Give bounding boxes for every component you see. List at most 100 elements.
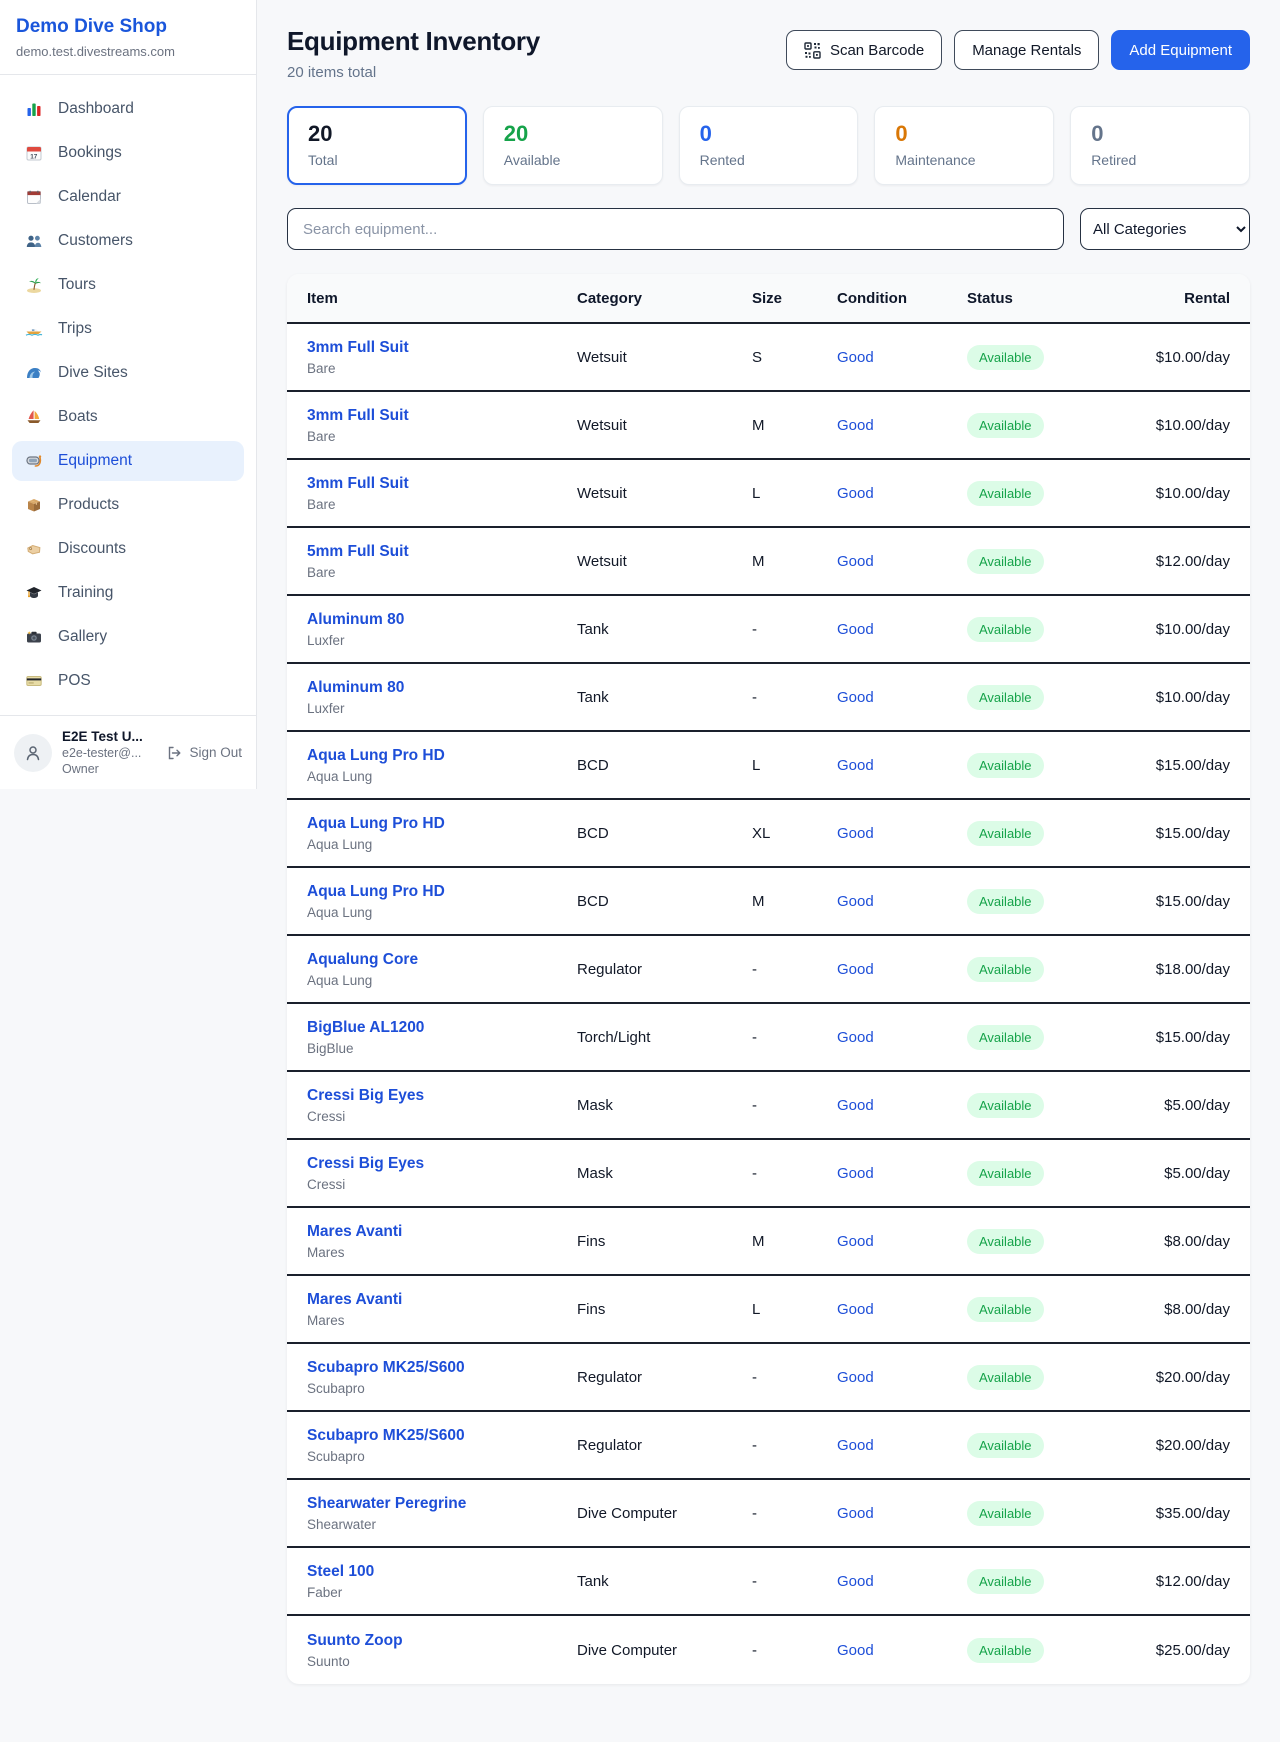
item-size: - bbox=[752, 1437, 837, 1454]
item-size: M bbox=[752, 893, 837, 910]
rental-price: $12.00/day bbox=[1132, 1573, 1230, 1590]
item-name-link[interactable]: Steel 100 bbox=[307, 1563, 577, 1581]
condition-link[interactable]: Good bbox=[837, 825, 874, 842]
condition-link[interactable]: Good bbox=[837, 1369, 874, 1386]
sidebar-item-discounts[interactable]: Discounts bbox=[12, 529, 244, 569]
stat-card-available[interactable]: 20 Available bbox=[483, 106, 663, 185]
rental-price: $18.00/day bbox=[1132, 961, 1230, 978]
rental-price: $15.00/day bbox=[1132, 1029, 1230, 1046]
tag-icon bbox=[24, 540, 44, 558]
stat-rented-value: 0 bbox=[700, 121, 838, 147]
condition-link[interactable]: Good bbox=[837, 1165, 874, 1182]
table-row: 3mm Full Suit Bare Wetsuit L Good Availa… bbox=[287, 460, 1250, 528]
item-size: - bbox=[752, 1642, 837, 1659]
item-name-link[interactable]: Mares Avanti bbox=[307, 1291, 577, 1309]
rental-price: $15.00/day bbox=[1132, 825, 1230, 842]
palm-island-icon bbox=[24, 276, 44, 294]
manage-rentals-button[interactable]: Manage Rentals bbox=[954, 30, 1099, 70]
item-name-link[interactable]: Scubapro MK25/S600 bbox=[307, 1427, 577, 1445]
sidebar-item-boats[interactable]: Boats bbox=[12, 397, 244, 437]
equipment-table: Item Category Size Condition Status Rent… bbox=[287, 274, 1250, 1684]
sidebar-item-tours[interactable]: Tours bbox=[12, 265, 244, 305]
condition-link[interactable]: Good bbox=[837, 1097, 874, 1114]
item-name-link[interactable]: Aqualung Core bbox=[307, 951, 577, 969]
item-name-link[interactable]: Cressi Big Eyes bbox=[307, 1087, 577, 1105]
condition-link[interactable]: Good bbox=[837, 757, 874, 774]
condition-link[interactable]: Good bbox=[837, 553, 874, 570]
stat-card-total[interactable]: 20 Total bbox=[287, 106, 467, 185]
table-row: Aluminum 80 Luxfer Tank - Good Available… bbox=[287, 664, 1250, 732]
add-equipment-button[interactable]: Add Equipment bbox=[1111, 30, 1250, 70]
brand-name[interactable]: Demo Dive Shop bbox=[16, 16, 240, 38]
stat-card-retired[interactable]: 0 Retired bbox=[1070, 106, 1250, 185]
sidebar-item-gallery[interactable]: Gallery bbox=[12, 617, 244, 657]
item-name-link[interactable]: Scubapro MK25/S600 bbox=[307, 1359, 577, 1377]
status-badge: Available bbox=[967, 1025, 1044, 1050]
item-name-link[interactable]: Cressi Big Eyes bbox=[307, 1155, 577, 1173]
item-cell: Suunto Zoop Suunto bbox=[307, 1632, 577, 1669]
item-name-link[interactable]: BigBlue AL1200 bbox=[307, 1019, 577, 1037]
rental-price: $8.00/day bbox=[1132, 1233, 1230, 1250]
sidebar-item-training[interactable]: Training bbox=[12, 573, 244, 613]
table-row: 3mm Full Suit Bare Wetsuit S Good Availa… bbox=[287, 324, 1250, 392]
condition-link[interactable]: Good bbox=[837, 1505, 874, 1522]
item-name-link[interactable]: Shearwater Peregrine bbox=[307, 1495, 577, 1513]
item-name-link[interactable]: 5mm Full Suit bbox=[307, 543, 577, 561]
stat-maintenance-value: 0 bbox=[895, 121, 1033, 147]
condition-link[interactable]: Good bbox=[837, 1301, 874, 1318]
item-size: L bbox=[752, 485, 837, 502]
condition-link[interactable]: Good bbox=[837, 1642, 874, 1659]
item-name-link[interactable]: Aqua Lung Pro HD bbox=[307, 883, 577, 901]
category-select[interactable]: All Categories bbox=[1080, 208, 1250, 250]
item-name-link[interactable]: Mares Avanti bbox=[307, 1223, 577, 1241]
item-name-link[interactable]: Aluminum 80 bbox=[307, 611, 577, 629]
item-name-link[interactable]: Suunto Zoop bbox=[307, 1632, 577, 1650]
item-size: - bbox=[752, 1369, 837, 1386]
condition-link[interactable]: Good bbox=[837, 689, 874, 706]
item-brand: Aqua Lung bbox=[307, 769, 577, 784]
stat-card-rented[interactable]: 0 Rented bbox=[679, 106, 859, 185]
condition-link[interactable]: Good bbox=[837, 1573, 874, 1590]
sign-out-button[interactable]: Sign Out bbox=[166, 745, 242, 761]
sidebar-item-trips[interactable]: Trips bbox=[12, 309, 244, 349]
condition-link[interactable]: Good bbox=[837, 1437, 874, 1454]
table-header-row: Item Category Size Condition Status Rent… bbox=[287, 274, 1250, 324]
condition-link[interactable]: Good bbox=[837, 621, 874, 638]
sidebar-item-equipment[interactable]: Equipment bbox=[12, 441, 244, 481]
item-name-link[interactable]: Aluminum 80 bbox=[307, 679, 577, 697]
scan-barcode-button[interactable]: Scan Barcode bbox=[786, 30, 942, 70]
item-category: Wetsuit bbox=[577, 417, 752, 434]
sidebar-item-dive-sites[interactable]: Dive Sites bbox=[12, 353, 244, 393]
item-name-link[interactable]: 3mm Full Suit bbox=[307, 339, 577, 357]
sidebar-item-products[interactable]: Products bbox=[12, 485, 244, 525]
status-badge: Available bbox=[967, 889, 1044, 914]
search-input[interactable] bbox=[287, 208, 1064, 250]
condition-link[interactable]: Good bbox=[837, 417, 874, 434]
condition-link[interactable]: Good bbox=[837, 1233, 874, 1250]
stat-card-maintenance[interactable]: 0 Maintenance bbox=[874, 106, 1054, 185]
item-name-link[interactable]: 3mm Full Suit bbox=[307, 407, 577, 425]
condition-link[interactable]: Good bbox=[837, 893, 874, 910]
item-size: - bbox=[752, 1165, 837, 1182]
sidebar-item-calendar[interactable]: Calendar bbox=[12, 177, 244, 217]
condition-link[interactable]: Good bbox=[837, 349, 874, 366]
page-title: Equipment Inventory bbox=[287, 26, 540, 57]
rental-price: $15.00/day bbox=[1132, 893, 1230, 910]
column-header-size: Size bbox=[752, 290, 837, 307]
status-badge: Available bbox=[967, 549, 1044, 574]
condition-link[interactable]: Good bbox=[837, 1029, 874, 1046]
item-name-link[interactable]: Aqua Lung Pro HD bbox=[307, 747, 577, 765]
item-name-link[interactable]: Aqua Lung Pro HD bbox=[307, 815, 577, 833]
condition-link[interactable]: Good bbox=[837, 485, 874, 502]
people-icon bbox=[24, 232, 44, 250]
sidebar-item-label: Bookings bbox=[58, 144, 122, 162]
item-cell: Aqua Lung Pro HD Aqua Lung bbox=[307, 883, 577, 920]
sidebar-item-customers[interactable]: Customers bbox=[12, 221, 244, 261]
sidebar-item-dashboard[interactable]: Dashboard bbox=[12, 89, 244, 129]
item-category: BCD bbox=[577, 893, 752, 910]
sidebar-item-bookings[interactable]: 17 Bookings bbox=[12, 133, 244, 173]
sidebar-item-pos[interactable]: POS bbox=[12, 661, 244, 701]
condition-link[interactable]: Good bbox=[837, 961, 874, 978]
item-name-link[interactable]: 3mm Full Suit bbox=[307, 475, 577, 493]
item-brand: Aqua Lung bbox=[307, 905, 577, 920]
